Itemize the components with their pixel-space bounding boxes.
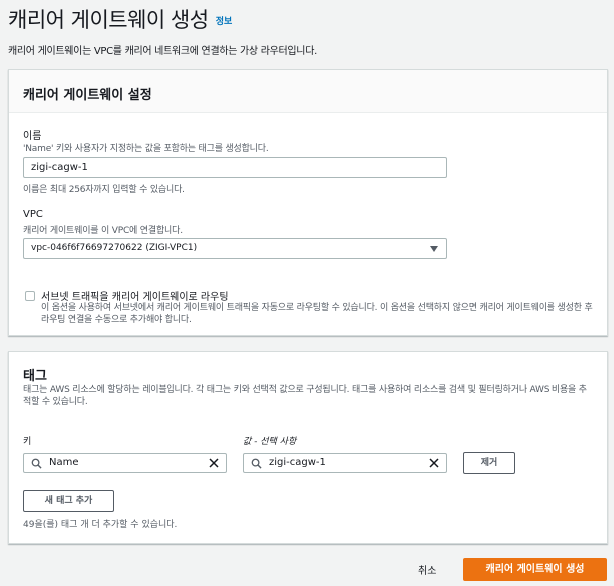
tag-key-input[interactable]: Name xyxy=(23,453,227,473)
caret-down-icon xyxy=(430,246,438,252)
settings-panel: 캐리어 게이트웨이 설정 이름 'Name' 키와 사용자가 지정하는 값을 포… xyxy=(8,69,608,336)
vpc-label: VPC xyxy=(23,209,43,220)
info-link[interactable]: 정보 xyxy=(216,17,233,27)
tags-remaining-hint: 49을(를) 태그 개 더 추가할 수 있습니다. xyxy=(23,520,178,530)
vpc-description: 캐리어 게이트웨이를 이 VPC에 연결합니다. xyxy=(23,226,183,236)
search-icon xyxy=(251,458,262,469)
page-description: 캐리어 게이트웨이는 VPC를 캐리어 네트워크에 연결하는 가상 라우터입니다… xyxy=(8,46,317,57)
tag-value-label: 값 - 선택 사항 xyxy=(243,437,297,447)
tag-key-label: 키 xyxy=(23,437,32,447)
tag-value-value: zigi-cagw-1 xyxy=(269,457,326,468)
add-tag-button[interactable]: 새 태그 추가 xyxy=(23,490,114,512)
route-traffic-label: 서브넷 트래픽을 캐리어 게이트웨이로 라우팅 xyxy=(41,292,229,303)
name-input[interactable]: zigi-cagw-1 xyxy=(23,157,447,178)
close-icon[interactable] xyxy=(208,457,220,469)
tags-panel-title: 태그 xyxy=(23,369,47,384)
name-label: 이름 xyxy=(23,131,42,142)
vpc-select[interactable]: vpc-046f6f76697270622 (ZIGI-VPC1) xyxy=(23,238,447,259)
page-title: 캐리어 게이트웨이 생성 xyxy=(8,8,209,32)
settings-panel-header: 캐리어 게이트웨이 설정 xyxy=(9,70,607,113)
tags-panel: 태그 태그는 AWS 리소스에 할당하는 레이블입니다. 각 태그는 키와 선택… xyxy=(8,351,608,544)
cancel-button[interactable]: 취소 xyxy=(418,562,436,577)
route-traffic-description: 이 옵션을 사용하여 서브넷에서 캐리어 게이트웨이 트래픽을 자동으로 라우팅… xyxy=(41,303,593,325)
name-description: 'Name' 키와 사용자가 지정하는 값을 포함하는 태그를 생성합니다. xyxy=(23,144,269,154)
vpc-select-value: vpc-046f6f76697270622 (ZIGI-VPC1) xyxy=(31,243,198,253)
settings-panel-title: 캐리어 게이트웨이 설정 xyxy=(23,88,152,103)
tag-key-value: Name xyxy=(49,457,79,468)
tag-value-input[interactable]: zigi-cagw-1 xyxy=(243,453,447,473)
remove-tag-button[interactable]: 제거 xyxy=(463,452,515,474)
search-icon xyxy=(31,458,42,469)
name-hint: 이름은 최대 256자까지 입력할 수 있습니다. xyxy=(23,185,185,195)
page-header: 캐리어 게이트웨이 생성 정보 xyxy=(8,4,608,34)
close-icon[interactable] xyxy=(428,457,440,469)
tags-description: 태그는 AWS 리소스에 할당하는 레이블입니다. 각 태그는 키와 선택적 값… xyxy=(23,385,587,407)
create-carrier-gateway-button[interactable]: 캐리어 게이트웨이 생성 xyxy=(463,558,607,581)
route-traffic-checkbox[interactable] xyxy=(25,291,35,301)
